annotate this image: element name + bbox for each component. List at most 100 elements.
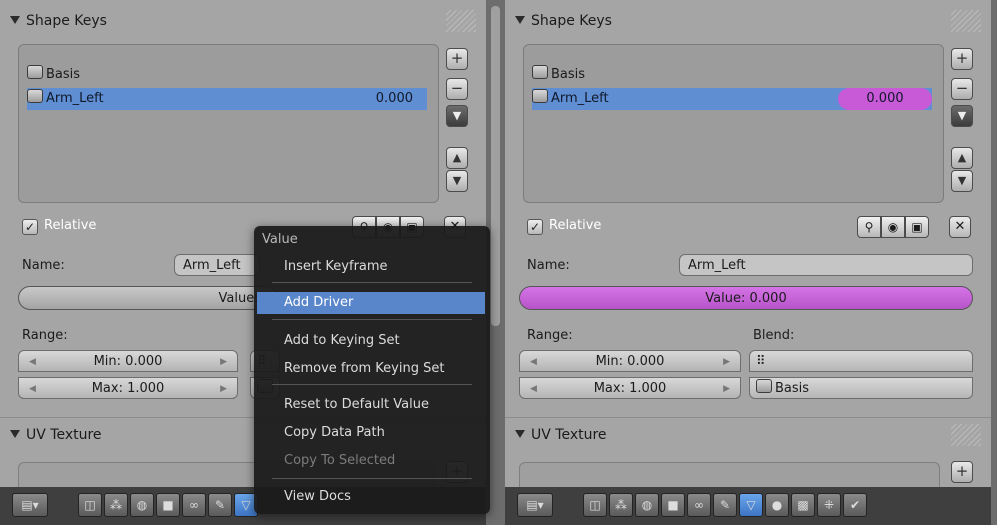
menu-separator <box>272 478 472 479</box>
min-field[interactable]: ◀ Min: 0.000 ▶ <box>18 350 238 372</box>
menu-separator <box>272 282 472 283</box>
shape-key-icon <box>27 65 43 79</box>
edit-mode-icon[interactable]: ▣ <box>905 216 929 238</box>
relative-key-field[interactable]: Basis <box>749 377 973 399</box>
vertex-group-icon: ⠿ <box>756 354 766 369</box>
physics-icon[interactable]: ✔ <box>843 493 867 517</box>
increment-arrow-icon[interactable]: ▶ <box>220 351 227 373</box>
name-label: Name: <box>527 258 570 273</box>
eye-icon[interactable]: ◉ <box>881 216 905 238</box>
name-field[interactable]: Arm_Left <box>174 254 260 276</box>
menu-item-add-to-keying-set[interactable]: Add to Keying Set <box>257 330 485 352</box>
remove-shape-key-button[interactable]: − <box>446 78 468 100</box>
list-item[interactable]: Arm_Left 0.000 <box>27 88 427 110</box>
divider <box>505 417 991 418</box>
shape-keys-header[interactable]: Shape Keys <box>515 10 981 32</box>
menu-item-reset-to-default[interactable]: Reset to Default Value <box>257 394 485 416</box>
max-field[interactable]: ◀ Max: 1.000 ▶ <box>519 377 741 399</box>
shape-key-list: Basis Arm_Left 0.000 <box>523 44 944 203</box>
object-icon[interactable]: ■ <box>661 493 685 517</box>
decrement-arrow-icon[interactable]: ◀ <box>530 378 537 400</box>
value-slider[interactable]: Value: 0 <box>18 286 278 310</box>
decrement-arrow-icon[interactable]: ◀ <box>29 351 36 373</box>
remove-shape-key-button[interactable]: − <box>951 78 973 100</box>
object-icon[interactable]: ■ <box>156 493 180 517</box>
shape-keys-header[interactable]: Shape Keys <box>10 10 476 32</box>
shape-key-value[interactable]: 0.000 <box>376 88 413 110</box>
texture-icon[interactable]: ▩ <box>791 493 815 517</box>
material-icon[interactable]: ● <box>765 493 789 517</box>
shape-key-icon <box>532 65 548 79</box>
list-item[interactable]: Basis <box>532 64 932 86</box>
shape-key-icon <box>27 89 43 103</box>
move-up-button[interactable]: ▲ <box>446 147 468 169</box>
shape-key-icon <box>532 89 548 103</box>
data-icon[interactable]: ▽ <box>739 493 763 517</box>
shape-key-tools: ⚲◉▣ <box>857 216 929 238</box>
driven-value-field[interactable]: 0.000 <box>838 88 932 110</box>
menu-item-add-driver[interactable]: Add Driver <box>257 292 485 314</box>
menu-separator <box>272 319 472 320</box>
properties-context-toolbar: ▤▾ ◫ ⁂ ◍ ■ ∞ ✎ ▽ ● ▩ ⁜ ✔ <box>505 487 991 525</box>
world-icon[interactable]: ◍ <box>130 493 154 517</box>
particles-icon[interactable]: ⁜ <box>817 493 841 517</box>
menu-item-copy-data-path[interactable]: Copy Data Path <box>257 422 485 444</box>
menu-item-insert-keyframe[interactable]: Insert Keyframe <box>257 256 485 278</box>
increment-arrow-icon[interactable]: ▶ <box>220 378 227 400</box>
drag-handle[interactable] <box>951 10 981 32</box>
value-slider[interactable]: Value: 0.000 <box>519 286 973 310</box>
vertex-group-field[interactable]: ⠿ <box>749 350 973 372</box>
scene-icon[interactable]: ⁂ <box>104 493 128 517</box>
menu-item-remove-from-keying-set[interactable]: Remove from Keying Set <box>257 358 485 380</box>
render-icon[interactable]: ◫ <box>78 493 102 517</box>
blend-label: Blend: <box>753 328 795 343</box>
menu-item-view-docs[interactable]: View Docs <box>257 486 485 508</box>
constraints-icon[interactable]: ∞ <box>687 493 711 517</box>
add-shape-key-button[interactable]: + <box>951 48 973 70</box>
modifiers-icon[interactable]: ✎ <box>208 493 232 517</box>
specials-menu-button[interactable]: ▼ <box>446 105 468 127</box>
properties-panel-right: Shape Keys Basis Arm_Left 0.000 + − ▼ ▲ … <box>505 0 991 525</box>
uv-texture-header[interactable]: UV Texture <box>515 424 981 446</box>
add-shape-key-button[interactable]: + <box>446 48 468 70</box>
drag-handle[interactable] <box>446 10 476 32</box>
drag-handle[interactable] <box>951 424 981 446</box>
checkmark-icon: ✓ <box>22 219 38 235</box>
collapse-triangle-icon <box>515 16 525 24</box>
scrollbar-thumb[interactable] <box>491 6 500 326</box>
editor-type-icon[interactable]: ▤▾ <box>517 493 553 517</box>
max-field[interactable]: ◀ Max: 1.000 ▶ <box>18 377 238 399</box>
scene-icon[interactable]: ⁂ <box>609 493 633 517</box>
name-field[interactable]: Arm_Left <box>679 254 973 276</box>
shape-key-icon <box>756 379 772 393</box>
clear-weights-button[interactable]: ✕ <box>949 216 971 238</box>
add-uv-button[interactable]: + <box>951 461 973 483</box>
increment-arrow-icon[interactable]: ▶ <box>723 351 730 373</box>
list-item[interactable]: Arm_Left 0.000 <box>532 88 932 110</box>
list-item[interactable]: Basis <box>27 64 427 86</box>
move-down-button[interactable]: ▼ <box>951 170 973 192</box>
increment-arrow-icon[interactable]: ▶ <box>723 378 730 400</box>
scrollbar[interactable] <box>991 0 997 525</box>
move-up-button[interactable]: ▲ <box>951 147 973 169</box>
range-label: Range: <box>22 328 68 343</box>
relative-checkbox[interactable]: ✓ Relative <box>22 218 96 235</box>
relative-checkbox[interactable]: ✓ Relative <box>527 218 601 235</box>
decrement-arrow-icon[interactable]: ◀ <box>29 378 36 400</box>
uv-texture-list <box>519 462 940 488</box>
range-label: Range: <box>527 328 573 343</box>
world-icon[interactable]: ◍ <box>635 493 659 517</box>
decrement-arrow-icon[interactable]: ◀ <box>530 351 537 373</box>
menu-item-copy-to-selected[interactable]: Copy To Selected <box>257 450 485 472</box>
editor-type-icon[interactable]: ▤▾ <box>12 493 48 517</box>
value-context-menu: Value Insert Keyframe Add Driver Add to … <box>254 226 490 514</box>
constraints-icon[interactable]: ∞ <box>182 493 206 517</box>
modifiers-icon[interactable]: ✎ <box>713 493 737 517</box>
move-down-button[interactable]: ▼ <box>446 170 468 192</box>
pin-icon[interactable]: ⚲ <box>857 216 881 238</box>
specials-menu-button[interactable]: ▼ <box>951 105 973 127</box>
menu-separator <box>272 384 472 385</box>
render-icon[interactable]: ◫ <box>583 493 607 517</box>
min-field[interactable]: ◀ Min: 0.000 ▶ <box>519 350 741 372</box>
collapse-triangle-icon <box>515 430 525 438</box>
